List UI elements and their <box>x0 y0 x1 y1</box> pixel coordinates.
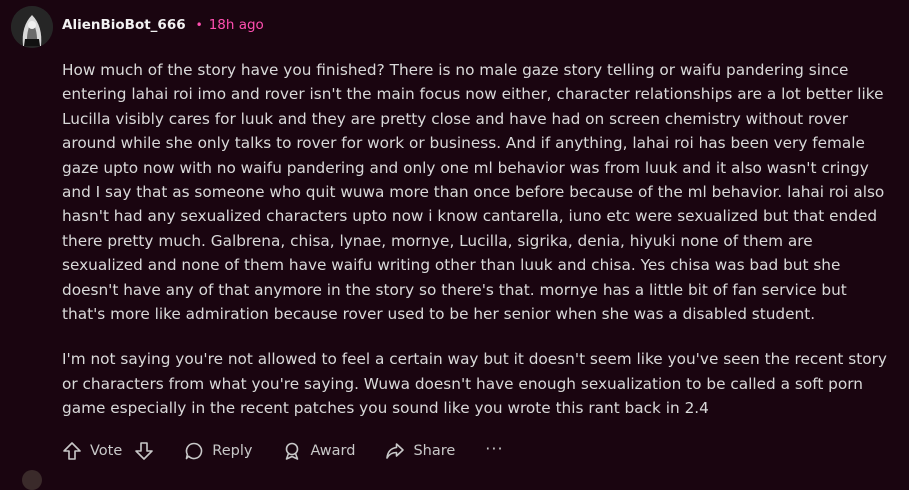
avatar[interactable] <box>11 6 53 48</box>
share-icon <box>386 443 405 459</box>
comment-paragraph: I'm not saying you're not allowed to fee… <box>62 350 887 418</box>
share-button[interactable]: Share <box>385 441 455 461</box>
share-label: Share <box>413 443 456 459</box>
separator-dot: • <box>195 18 203 32</box>
upvote-button[interactable] <box>62 441 82 461</box>
comment-actions: Vote Reply Award Share ··· <box>62 439 534 463</box>
more-options-icon: ··· <box>485 438 504 458</box>
next-comment-avatar[interactable] <box>22 470 42 490</box>
avatar-image <box>11 6 53 48</box>
downvote-button[interactable] <box>134 441 154 461</box>
reply-label: Reply <box>212 443 253 459</box>
vote-label: Vote <box>90 443 123 459</box>
upvote-icon <box>63 442 81 460</box>
award-label: Award <box>310 443 356 459</box>
downvote-icon <box>135 442 154 460</box>
comment-header: AlienBioBot_666 • 18h ago <box>62 17 264 33</box>
award-icon <box>286 442 299 460</box>
timestamp[interactable]: 18h ago <box>209 17 264 33</box>
comment: AlienBioBot_666 • 18h ago How much of th… <box>0 0 909 490</box>
username[interactable]: AlienBioBot_666 <box>62 17 186 33</box>
comment-paragraph: How much of the story have you finished?… <box>62 61 885 324</box>
award-button[interactable]: Award <box>282 441 355 461</box>
reply-button[interactable]: Reply <box>184 441 252 461</box>
comment-body: How much of the story have you finished?… <box>62 58 892 442</box>
more-options-button[interactable]: ··· <box>485 439 503 458</box>
reply-icon <box>185 442 203 460</box>
vote-group: Vote <box>62 441 154 461</box>
